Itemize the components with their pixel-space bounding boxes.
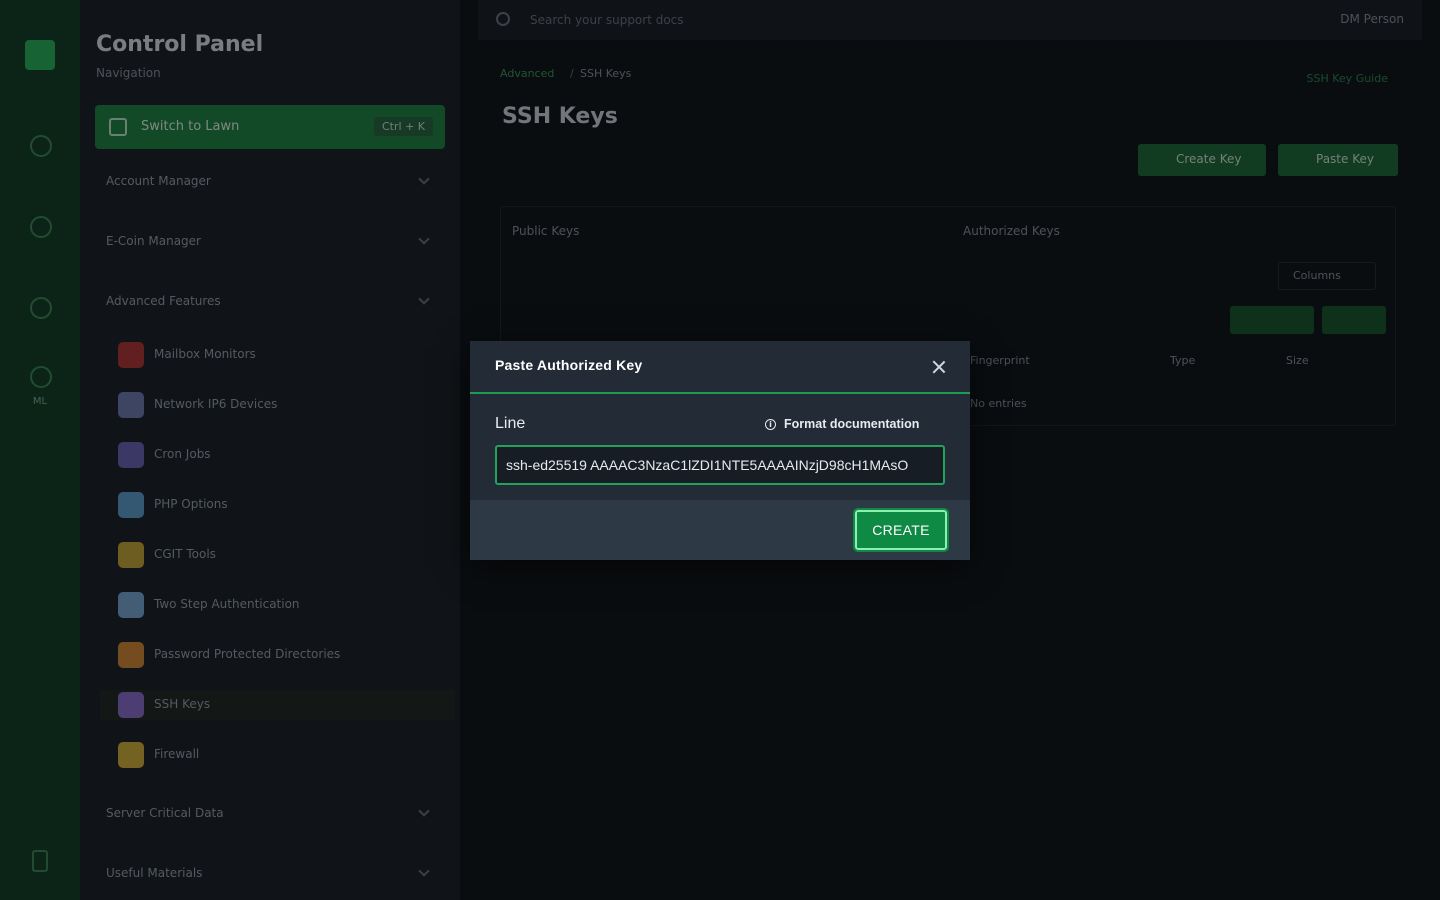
paste-authorized-key-dialog: Paste Authorized Key Line i Format docum… [470, 341, 970, 560]
create-button[interactable]: CREATE [853, 508, 949, 552]
dialog-title: Paste Authorized Key [495, 357, 643, 373]
dialog-footer: CREATE [470, 500, 970, 560]
format-documentation-label: Format documentation [784, 417, 920, 431]
line-field-label: Line [495, 415, 526, 432]
key-line-input[interactable] [495, 445, 945, 485]
dialog-header: Paste Authorized Key [470, 341, 970, 394]
info-icon: i [765, 419, 776, 430]
close-icon[interactable] [928, 356, 950, 378]
